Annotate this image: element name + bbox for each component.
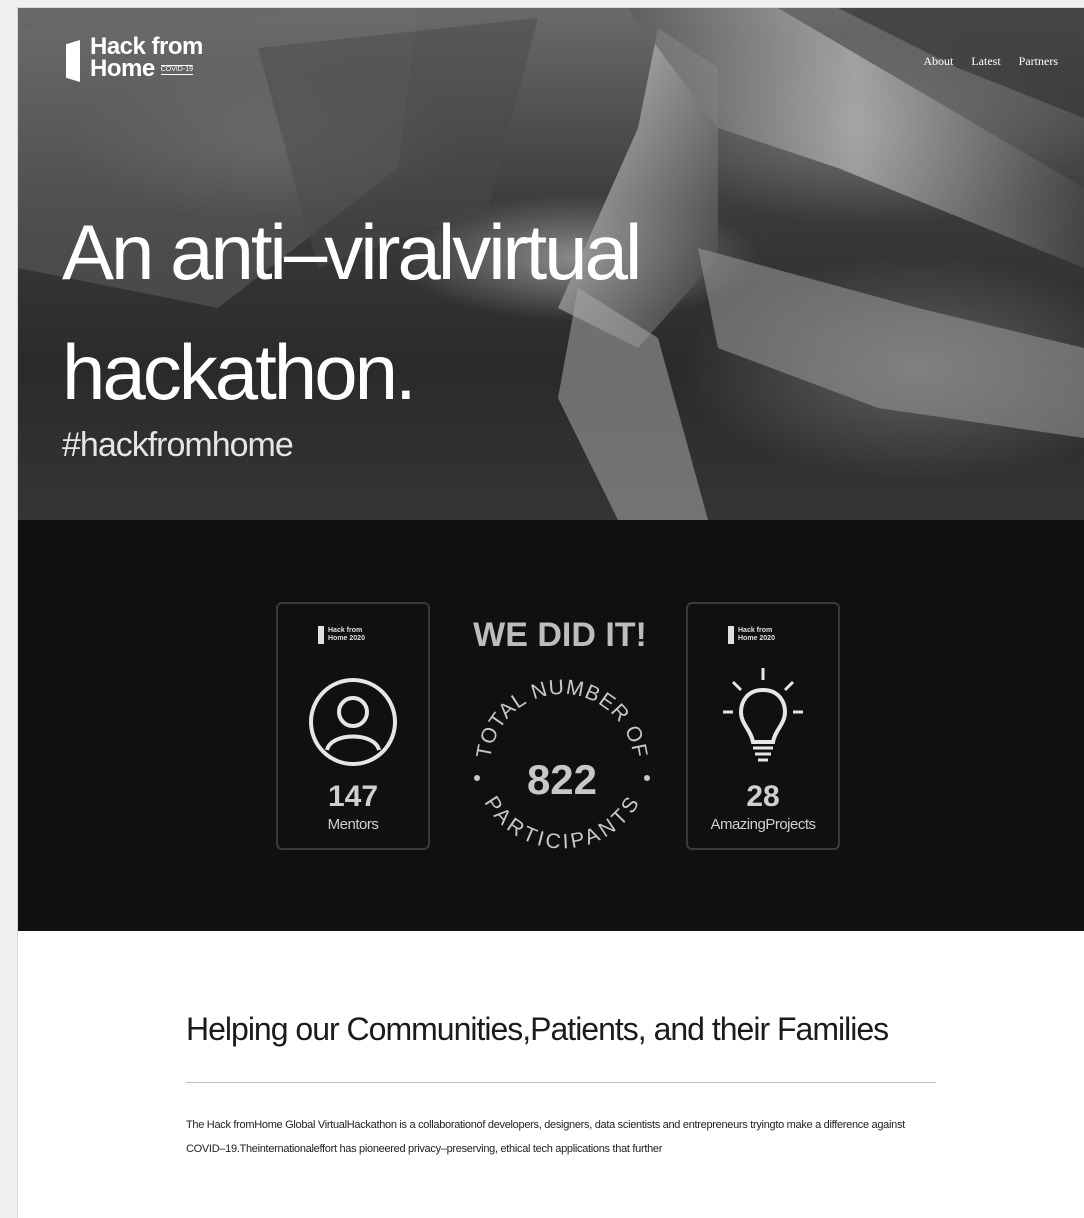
- brand-logo[interactable]: Hack from Home COVID-19: [66, 35, 203, 82]
- mentors-count: 147: [327, 780, 379, 813]
- hero-title-line1: An anti–viralvirtual: [62, 208, 642, 296]
- participants-seal: TOTAL NUMBER OF PARTICIPANTS 822: [472, 676, 651, 854]
- logo-mark-icon: [66, 40, 80, 82]
- logo-line2: Home: [90, 55, 155, 82]
- card-logo-line1: Hack from: [328, 627, 363, 634]
- top-nav: About Latest Partners: [923, 54, 1058, 69]
- logo-wordmark: Hack from Home COVID-19: [90, 35, 203, 82]
- mentors-card: Hack from Home 2020 147 Mentors: [276, 602, 430, 850]
- card-logo-mark-icon: [318, 626, 324, 644]
- hero-title: An anti–viralvirtual hackathon.: [62, 192, 762, 432]
- section-heading: Helping our Communities,Patients, and th…: [186, 1011, 889, 1047]
- nav-item-about[interactable]: About: [923, 54, 953, 69]
- stats-section: Hack from Home 2020 147 Mentors WE DID IT…: [18, 520, 1084, 931]
- participants-count: 822: [527, 756, 597, 803]
- person-icon: [309, 678, 397, 766]
- card-logo-line2: Home 2020: [328, 635, 365, 642]
- card-logo: Hack from Home 2020: [728, 626, 775, 644]
- seal-dot-left: [474, 775, 480, 781]
- lightbulb-icon: [723, 668, 803, 762]
- page: Hack from Home COVID-19 About Latest Part…: [18, 8, 1084, 1218]
- hero-title-line2: hackathon.: [62, 328, 417, 416]
- section-body: The Hack fromHome Global VirtualHackatho…: [186, 1119, 905, 1155]
- nav-item-latest[interactable]: Latest: [971, 54, 1000, 69]
- about-section: Helping our Communities,Patients, and th…: [186, 1006, 936, 1161]
- seal-dot-right: [644, 775, 650, 781]
- projects-label: AmazingProjects: [710, 816, 816, 833]
- card-logo: Hack from Home 2020: [318, 626, 365, 644]
- projects-count: 28: [746, 780, 780, 813]
- nav-item-partners[interactable]: Partners: [1019, 54, 1058, 69]
- logo-tag: COVID-19: [160, 64, 193, 75]
- projects-card: Hack from Home 2020 28 AmazingProjects: [686, 602, 840, 850]
- card-logo-line1: Hack from: [738, 627, 773, 634]
- arc-top-label: TOTAL NUMBER OF: [472, 676, 651, 760]
- section-divider: [186, 1082, 936, 1083]
- hero-section: Hack from Home COVID-19 About Latest Part…: [18, 8, 1084, 520]
- mentors-label: Mentors: [327, 816, 379, 833]
- card-logo-line2: Home 2020: [738, 635, 775, 642]
- participants-badge: WE DID IT! TOTAL NUMBER OF PARTICIPANTS …: [450, 600, 670, 860]
- card-logo-mark-icon: [728, 626, 734, 644]
- hero-hashtag: #hackfromhome: [62, 426, 294, 464]
